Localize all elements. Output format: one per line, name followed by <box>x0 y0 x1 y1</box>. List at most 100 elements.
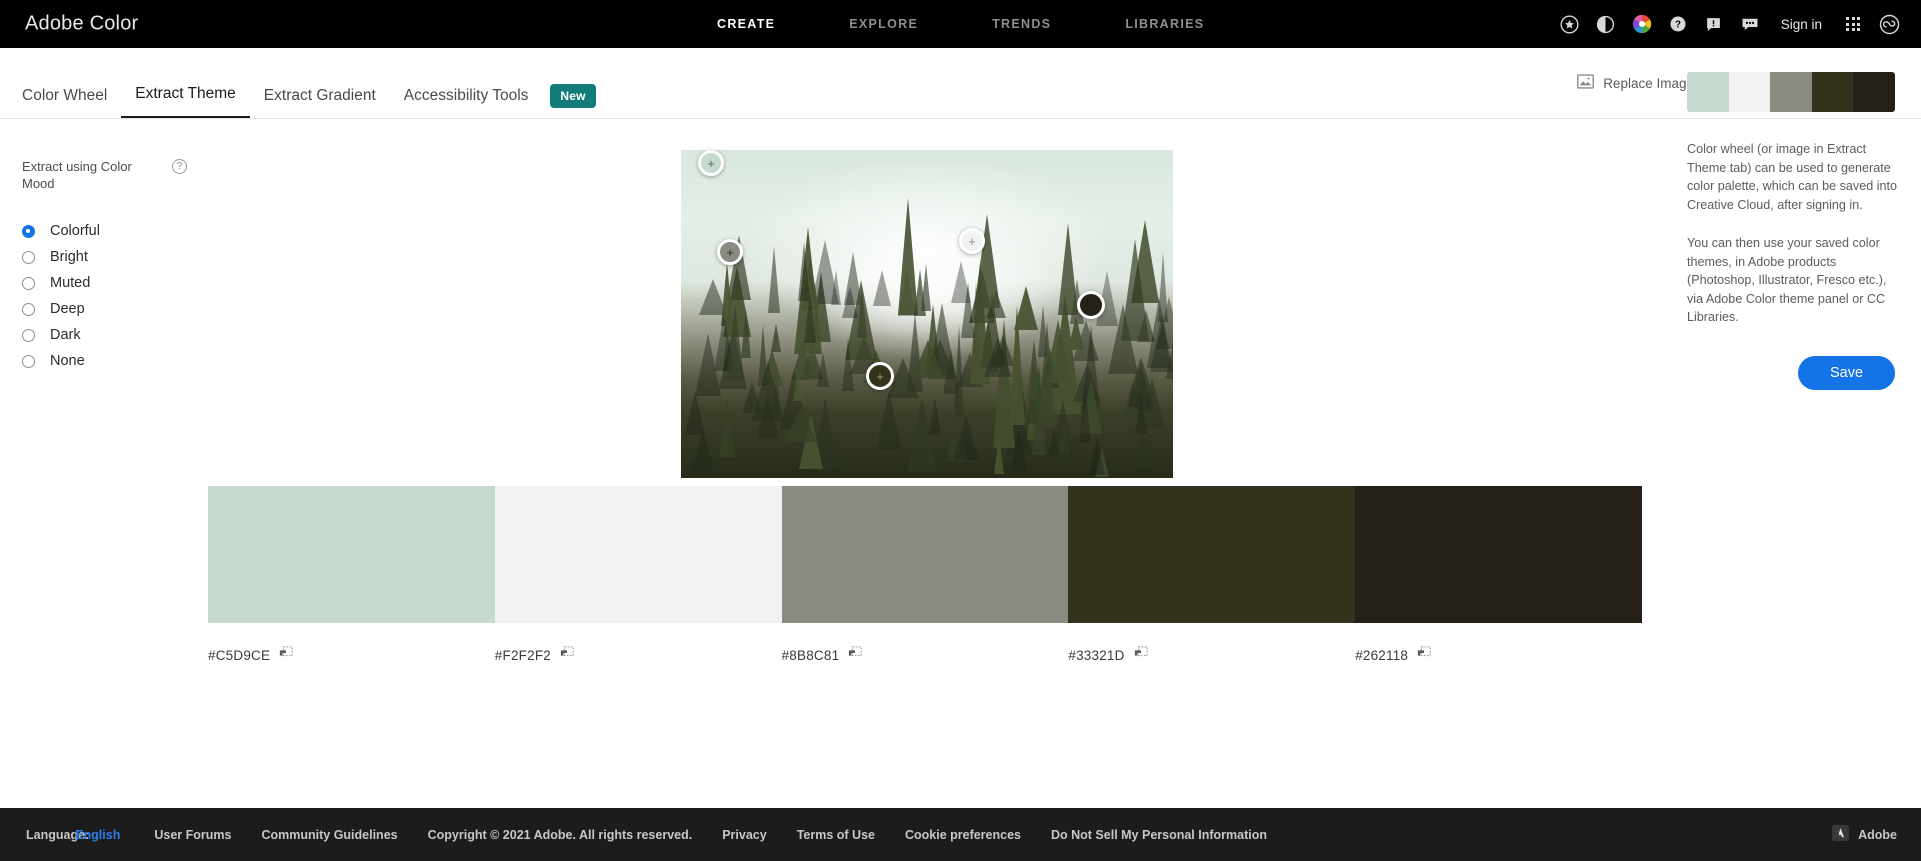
footer-link-user-forums[interactable]: User Forums <box>154 828 231 842</box>
info-paragraph-2: You can then use your saved color themes… <box>1687 236 1887 324</box>
help-icon[interactable]: ? <box>1660 0 1696 48</box>
nav-item-explore[interactable]: EXPLORE <box>812 0 955 48</box>
tree-silhouette <box>994 435 1005 474</box>
nav-item-create[interactable]: CREATE <box>680 0 812 48</box>
radio-label: Dark <box>50 327 81 343</box>
feedback-icon[interactable] <box>1696 0 1732 48</box>
palette-swatch-4[interactable] <box>1068 486 1356 623</box>
tree-silhouette <box>953 416 980 461</box>
secondary-tab-bar: Color Wheel Extract Theme Extract Gradie… <box>0 48 1921 119</box>
tree-silhouette <box>1088 438 1105 476</box>
theme-preview-swatch-5 <box>1853 72 1895 112</box>
page-footer: Language: English User Forums Community … <box>0 808 1921 861</box>
tree-silhouette <box>951 260 972 303</box>
palette-hex-label-1: #C5D9CE <box>208 648 271 663</box>
theme-preview-strip[interactable] <box>1687 72 1895 112</box>
tab-accessibility-tools[interactable]: Accessibility Tools <box>390 87 543 118</box>
palette-hex-cell-3: #8B8C81 <box>782 646 1069 665</box>
palette-swatch-strip <box>208 486 1642 623</box>
color-wheel-icon[interactable] <box>1624 0 1660 48</box>
theme-contrast-icon[interactable] <box>1588 0 1624 48</box>
copy-icon-2[interactable] <box>560 646 574 665</box>
radio-option-colorful[interactable]: Colorful <box>22 218 212 244</box>
tree-silhouette <box>742 382 763 414</box>
nav-item-trends[interactable]: TRENDS <box>955 0 1088 48</box>
copy-icon-3[interactable] <box>848 646 862 665</box>
tree-silhouette <box>1010 427 1027 472</box>
footer-link-community-guidelines[interactable]: Community Guidelines <box>261 828 397 842</box>
header-icon-group: ? Sign in <box>1552 0 1907 48</box>
footer-copyright: Copyright © 2021 Adobe. All rights reser… <box>427 827 693 842</box>
adobe-footer-label: Adobe <box>1858 827 1897 842</box>
radio-dot <box>22 250 35 264</box>
tree-silhouette <box>973 213 1000 308</box>
tree-silhouette <box>785 406 818 443</box>
copy-icon-4[interactable] <box>1134 646 1148 665</box>
palette-swatch-5[interactable] <box>1355 486 1642 623</box>
color-marker-3[interactable]: + <box>959 228 985 254</box>
radio-label: Deep <box>50 301 85 317</box>
radio-option-muted[interactable]: Muted <box>22 270 212 296</box>
tree-silhouette <box>929 397 942 436</box>
tree-silhouette <box>768 245 780 313</box>
palette-hex-label-4: #33321D <box>1068 648 1125 663</box>
color-marker-2[interactable]: + <box>717 239 743 265</box>
tool-tabs: Color Wheel Extract Theme Extract Gradie… <box>22 84 596 118</box>
radio-dot <box>22 302 35 316</box>
image-stage[interactable]: + + + + <box>681 150 1173 478</box>
sign-in-button[interactable]: Sign in <box>1768 17 1835 32</box>
color-marker-1[interactable]: + <box>698 150 724 176</box>
nav-item-libraries[interactable]: LIBRARIES <box>1088 0 1241 48</box>
radio-option-bright[interactable]: Bright <box>22 244 212 270</box>
tree-silhouette <box>1037 321 1056 426</box>
footer-link-cookie-preferences[interactable]: Cookie preferences <box>905 828 1021 842</box>
radio-dot <box>22 276 35 290</box>
adobe-logo-icon <box>1832 825 1850 844</box>
tree-silhouette <box>1067 315 1084 350</box>
palette-hex-label-5: #262118 <box>1355 648 1409 663</box>
palette-hex-row: #C5D9CE #F2F2F2 #8B8C81 #33321D #262118 <box>208 646 1642 665</box>
color-mood-header: Extract using Color Mood ? <box>22 158 187 192</box>
radio-option-dark[interactable]: Dark <box>22 322 212 348</box>
tree-silhouette <box>792 370 803 401</box>
footer-link-privacy[interactable]: Privacy <box>722 828 766 842</box>
save-button[interactable]: Save <box>1798 355 1895 390</box>
tree-silhouette <box>876 390 902 450</box>
color-marker-5[interactable]: + <box>866 362 894 390</box>
palette-swatch-1[interactable] <box>208 486 495 623</box>
copy-icon-1[interactable] <box>279 646 293 665</box>
image-icon <box>1577 74 1595 92</box>
footer-link-terms-of-use[interactable]: Terms of Use <box>797 828 875 842</box>
radio-option-deep[interactable]: Deep <box>22 296 212 322</box>
radio-label: Muted <box>50 275 91 291</box>
help-tooltip-icon[interactable]: ? <box>172 159 187 174</box>
tree-silhouette <box>1150 312 1173 372</box>
tab-color-wheel[interactable]: Color Wheel <box>22 87 121 118</box>
tab-extract-gradient[interactable]: Extract Gradient <box>250 87 390 118</box>
creative-cloud-icon[interactable] <box>1871 0 1907 48</box>
radio-option-none[interactable]: None <box>22 348 212 374</box>
main-navigation: CREATE EXPLORE TRENDS LIBRARIES <box>680 0 1241 48</box>
palette-swatch-2[interactable] <box>494 486 782 623</box>
info-paragraph-1: Color wheel (or image in Extract Theme t… <box>1687 142 1898 212</box>
star-badge-icon[interactable] <box>1552 0 1588 48</box>
footer-link-do-not-sell[interactable]: Do Not Sell My Personal Information <box>1051 828 1267 842</box>
chat-icon[interactable] <box>1732 0 1768 48</box>
radio-label: None <box>50 353 85 369</box>
color-mood-title: Extract using Color Mood <box>22 159 132 191</box>
replace-image-label: Replace Image <box>1603 75 1694 91</box>
replace-image-button[interactable]: Replace Image <box>1577 74 1694 92</box>
plus-icon: + <box>726 244 734 260</box>
tree-silhouette <box>798 241 811 301</box>
app-grid-icon[interactable] <box>1835 0 1871 48</box>
color-marker-4[interactable] <box>1077 291 1105 319</box>
palette-swatch-3[interactable] <box>781 486 1069 623</box>
tree-silhouette <box>1078 379 1091 443</box>
tree-silhouette <box>718 399 735 457</box>
tree-silhouette <box>1134 422 1149 470</box>
tab-extract-theme[interactable]: Extract Theme <box>121 85 250 118</box>
tree-silhouette <box>1057 222 1078 315</box>
footer-language-value[interactable]: English <box>75 828 120 842</box>
copy-icon-5[interactable] <box>1417 646 1431 665</box>
tree-silhouette <box>770 323 781 353</box>
